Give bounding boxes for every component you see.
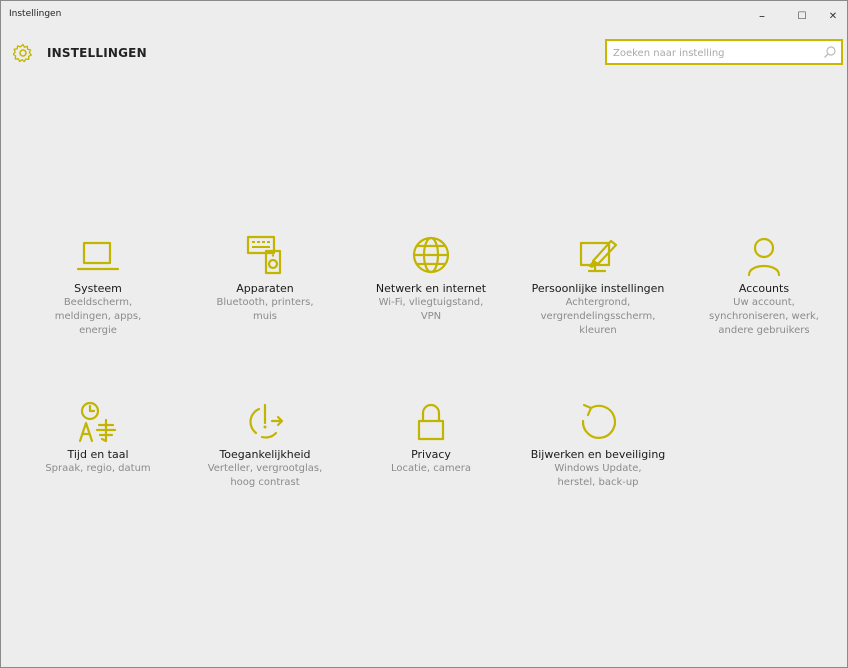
tile-name: Accounts (738, 282, 790, 295)
tile-desc-line: Bluetooth, printers, (216, 297, 314, 308)
tile-name: Netwerk en internet (375, 282, 487, 295)
personalization-icon (579, 239, 618, 273)
tile-tijd-en-taal[interactable]: Tijd en taal Spraak, regio, datum (23, 399, 173, 476)
maximize-icon: ☐ (797, 10, 807, 22)
tile-persoonlijke-instellingen[interactable]: Persoonlijke instellingen Achtergrond, v… (523, 233, 673, 338)
tile-desc-line: muis (252, 311, 278, 322)
close-icon: ✕ (828, 10, 838, 22)
tile-accounts[interactable]: Accounts Uw account, synchroniseren, wer… (689, 233, 839, 338)
maximize-button[interactable]: ☐ (785, 5, 819, 27)
time-language-icon (78, 401, 117, 443)
tile-desc-line: synchroniseren, werk, (709, 311, 819, 322)
tile-bijwerken-en-beveiliging[interactable]: Bijwerken en beveiliging Windows Update,… (523, 399, 673, 490)
search-input[interactable] (611, 44, 815, 62)
tile-desc-line: Spraak, regio, datum (45, 463, 151, 474)
page-header: INSTELLINGEN (13, 43, 147, 63)
tile-privacy[interactable]: Privacy Locatie, camera (356, 399, 506, 476)
tile-name: Apparaten (236, 282, 294, 295)
tile-desc-line: Locatie, camera (390, 463, 472, 474)
tile-desc-line: Windows Update, (554, 463, 642, 474)
tile-name: Tijd en taal (67, 448, 129, 461)
gear-icon (13, 43, 32, 63)
person-icon (747, 237, 781, 277)
tile-desc-line: hoog contrast (230, 477, 300, 488)
tile-apparaten[interactable]: Apparaten Bluetooth, printers, muis (190, 233, 340, 324)
lock-icon (417, 403, 445, 441)
tile-desc-line: herstel, back-up (557, 477, 639, 488)
tile-desc-line: vergrendelingsscherm, (540, 311, 656, 322)
tile-desc-line: Beeldscherm, (63, 297, 133, 308)
page-title: INSTELLINGEN (47, 46, 147, 60)
tile-desc-line: energie (79, 325, 117, 336)
search-box[interactable] (605, 39, 843, 65)
minimize-icon: – (759, 9, 765, 23)
tile-desc-line: andere gebruikers (718, 325, 810, 336)
tile-desc-line: Uw account, (733, 297, 795, 308)
tile-name: Toegankelijkheid (219, 448, 311, 461)
tile-desc-line: kleuren (579, 325, 617, 336)
tile-name: Privacy (411, 448, 451, 461)
globe-icon (412, 236, 450, 274)
tile-desc-line: Wi-Fi, vliegtuigstand, (378, 297, 484, 308)
devices-icon (246, 235, 282, 275)
tile-desc-line: meldingen, apps, (54, 311, 142, 322)
title-bar[interactable]: Instellingen – ☐ ✕ (1, 1, 847, 31)
tile-netwerk[interactable]: Netwerk en internet Wi-Fi, vliegtuigstan… (356, 233, 506, 324)
tile-desc-line: VPN (420, 311, 442, 322)
close-button[interactable]: ✕ (819, 5, 847, 27)
tile-systeem[interactable]: Systeem Beeldscherm, meldingen, apps, en… (23, 233, 173, 338)
tile-toegankelijkheid[interactable]: Toegankelijkheid Verteller, vergrootglas… (190, 399, 340, 490)
tile-name: Persoonlijke instellingen (531, 282, 665, 295)
window-title: Instellingen (9, 9, 62, 19)
tile-desc-line: Verteller, vergrootglas, (207, 463, 323, 474)
laptop-icon (76, 241, 120, 271)
minimize-button[interactable]: – (745, 5, 779, 27)
update-icon (581, 403, 617, 439)
accessibility-icon (249, 403, 284, 439)
search-icon[interactable] (823, 45, 837, 59)
tile-name: Bijwerken en beveiliging (530, 448, 666, 461)
settings-window: Instellingen – ☐ ✕ INSTELLINGEN Systeem (0, 0, 848, 668)
tile-name: Systeem (74, 282, 122, 295)
tile-desc-line: Achtergrond, (565, 297, 631, 308)
